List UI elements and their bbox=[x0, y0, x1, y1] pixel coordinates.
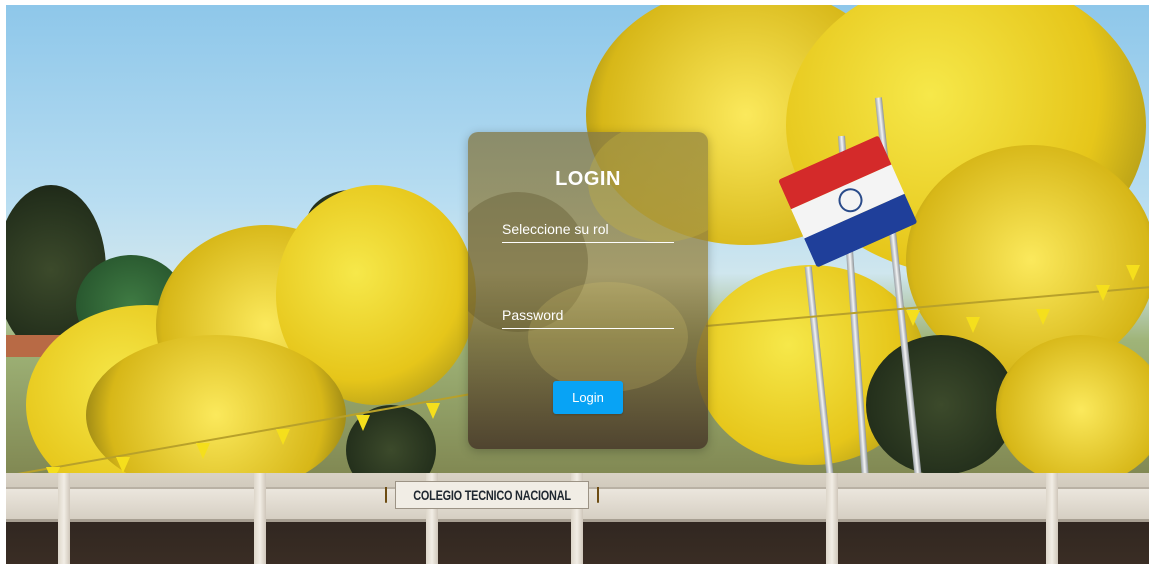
password-field[interactable] bbox=[502, 302, 674, 329]
crest-icon bbox=[384, 487, 387, 503]
login-card: LOGIN Login bbox=[468, 132, 708, 449]
login-button[interactable]: Login bbox=[553, 381, 623, 414]
role-field[interactable] bbox=[502, 216, 674, 243]
login-title: LOGIN bbox=[555, 168, 621, 190]
role-input[interactable] bbox=[502, 216, 674, 242]
school-sign-text: COLEGIO TECNICO NACIONAL bbox=[413, 487, 571, 503]
crest-icon bbox=[597, 487, 600, 503]
password-input[interactable] bbox=[502, 302, 674, 328]
school-sign: COLEGIO TECNICO NACIONAL bbox=[384, 481, 600, 509]
